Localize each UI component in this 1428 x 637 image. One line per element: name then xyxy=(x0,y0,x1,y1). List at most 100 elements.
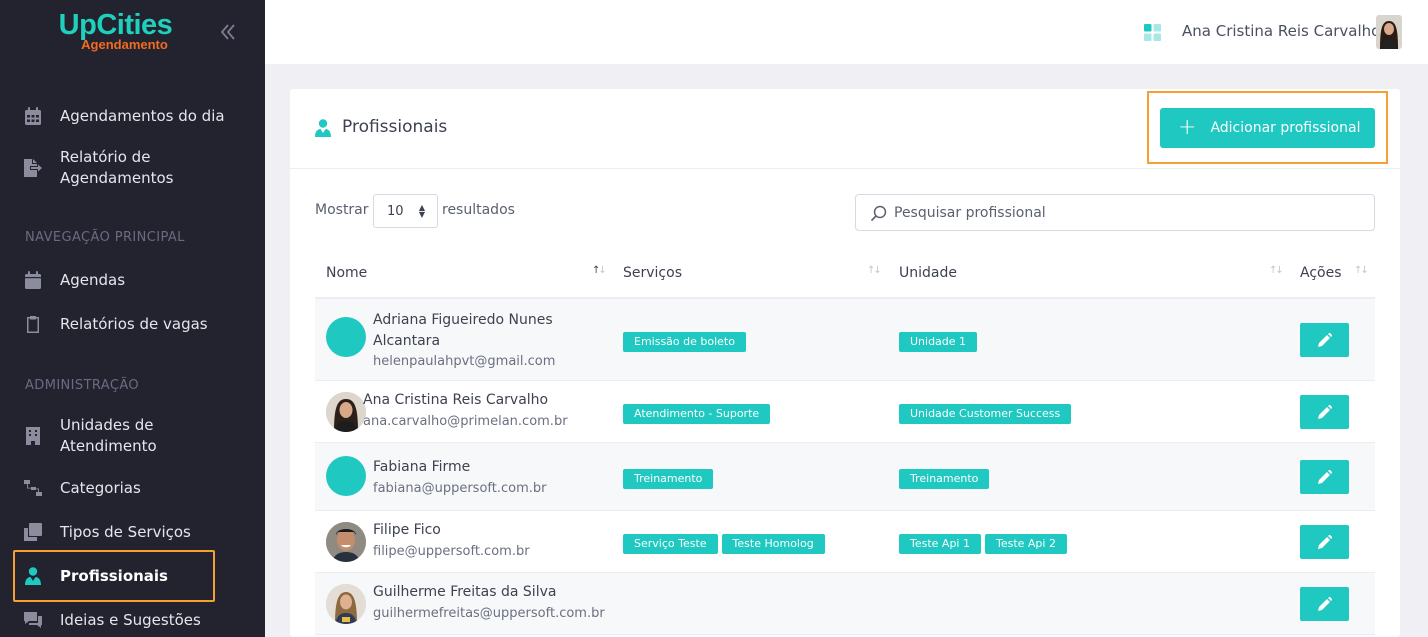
sort-icon[interactable]: ↑↓ xyxy=(867,265,882,276)
brand: UpCities Agendamento xyxy=(0,0,265,64)
edit-button[interactable] xyxy=(1300,460,1349,494)
edit-button[interactable] xyxy=(1300,587,1349,621)
table-row: Fabiana Firme fabiana@uppersoft.com.br T… xyxy=(315,443,1375,511)
service-tag: Treinamento xyxy=(623,469,714,489)
calendar-icon xyxy=(24,271,42,289)
card-header: Profissionais + Adicionar profissional xyxy=(290,89,1400,169)
sitemap-icon xyxy=(24,479,42,497)
apps-grid-icon[interactable] xyxy=(1144,24,1161,41)
avatar xyxy=(326,522,366,562)
file-export-icon xyxy=(24,159,42,177)
column-header-acoes[interactable]: Ações xyxy=(1300,265,1342,281)
sidebar-item-agendamentos-do-dia[interactable]: Agendamentos do dia xyxy=(0,106,265,127)
calendar-icon xyxy=(24,107,42,125)
edit-button[interactable] xyxy=(1300,395,1349,429)
professional-name: Fabiana Firme xyxy=(373,459,471,475)
search-input[interactable] xyxy=(894,203,1354,223)
sidebar-item-label: Tipos de Serviços xyxy=(60,523,191,541)
collapse-sidebar-icon[interactable] xyxy=(218,20,238,44)
pencil-icon xyxy=(1317,333,1332,347)
user-avatar[interactable] xyxy=(1376,15,1402,49)
page-size-value: 10 xyxy=(387,203,404,219)
avatar xyxy=(326,392,366,432)
sidebar-item-label: Profissionais xyxy=(60,567,168,585)
table-row: Filipe Fico filipe@uppersoft.com.br Serv… xyxy=(315,511,1375,573)
column-header-unidade[interactable]: Unidade xyxy=(899,265,957,281)
app-logo[interactable]: UpCities Agendamento xyxy=(58,10,173,51)
professional-email: ana.carvalho@primelan.com.br xyxy=(363,414,568,429)
clipboard-icon xyxy=(24,315,42,333)
search-icon xyxy=(870,205,887,222)
sidebar-item-relatorio-de-agendamentos[interactable]: Relatório de Agendamentos xyxy=(0,147,265,189)
pencil-icon xyxy=(1317,470,1332,484)
column-header-nome[interactable]: Nome xyxy=(326,265,367,281)
show-label: Mostrar xyxy=(315,202,369,218)
add-professional-button[interactable]: + Adicionar profissional xyxy=(1160,108,1375,148)
page-size-select[interactable]: 10 ▲ ▼ xyxy=(373,194,438,228)
table-row: Guilherme Freitas da Silva guilhermefrei… xyxy=(315,573,1375,635)
professionals-card: Profissionais + Adicionar profissional M… xyxy=(290,89,1400,637)
sidebar: UpCities Agendamento Agendamentos do dia… xyxy=(0,0,265,637)
avatar xyxy=(326,584,366,624)
table-row: Adriana Figueiredo Nunes Alcantara helen… xyxy=(315,299,1375,381)
service-tag: Atendimento - Suporte xyxy=(623,404,771,424)
sidebar-item-label: Unidades de Atendimento xyxy=(60,416,157,455)
section-heading-administracao: ADMINISTRAÇÃO xyxy=(25,378,140,393)
clone-icon xyxy=(24,523,42,541)
avatar xyxy=(326,317,366,357)
sort-icon[interactable]: ↑↓ xyxy=(1269,265,1284,276)
services-tags: Atendimento - Suporte xyxy=(623,402,774,424)
unit-tags: Teste Api 1 Teste Api 2 xyxy=(899,532,1071,554)
professional-name: Filipe Fico xyxy=(373,522,441,538)
service-tag: Serviço Teste xyxy=(623,534,718,554)
sort-icon[interactable]: ↑↓ xyxy=(1354,265,1369,276)
sidebar-item-profissionais[interactable]: Profissionais xyxy=(0,566,265,587)
unit-tag: Treinamento xyxy=(899,469,990,489)
sidebar-item-label: Categorias xyxy=(60,479,141,497)
search-box xyxy=(855,194,1375,231)
sidebar-item-label: Agendamentos do dia xyxy=(60,107,225,125)
unit-tag: Unidade Customer Success xyxy=(899,404,1072,424)
services-tags: Treinamento xyxy=(623,467,717,489)
edit-button[interactable] xyxy=(1300,525,1349,559)
section-heading-navegacao: NAVEGAÇÃO PRINCIPAL xyxy=(25,230,185,245)
plus-icon: + xyxy=(1178,115,1197,140)
sidebar-item-unidades[interactable]: Unidades de Atendimento xyxy=(0,415,265,457)
unit-tag: Unidade 1 xyxy=(899,332,978,352)
select-arrows-icon: ▲ ▼ xyxy=(418,203,425,219)
unit-tag: Teste Api 1 xyxy=(899,534,981,554)
unit-tags: Unidade Customer Success xyxy=(899,402,1075,424)
unit-tags: Treinamento xyxy=(899,467,993,489)
edit-button[interactable] xyxy=(1300,323,1349,357)
results-label: resultados xyxy=(442,202,515,218)
sidebar-item-relatorios-de-vagas[interactable]: Relatórios de vagas xyxy=(0,314,265,335)
service-tag: Teste Homolog xyxy=(721,534,825,554)
professional-email: guilhermefreitas@uppersoft.com.br xyxy=(373,606,605,621)
professional-name: Ana Cristina Reis Carvalho xyxy=(363,392,549,408)
sidebar-item-label: Ideias e Sugestões xyxy=(60,611,201,629)
table-row: Ana Cristina Reis Carvalho ana.carvalho@… xyxy=(315,381,1375,443)
user-name[interactable]: Ana Cristina Reis Carvalho xyxy=(1182,22,1380,40)
professional-name: Guilherme Freitas da Silva xyxy=(373,584,557,600)
logo-name: UpCities xyxy=(58,9,173,41)
professional-email: helenpaulahpvt@gmail.com xyxy=(373,354,556,369)
sidebar-item-categorias[interactable]: Categorias xyxy=(0,478,265,499)
add-professional-label: Adicionar profissional xyxy=(1210,120,1361,136)
comments-icon xyxy=(24,611,42,629)
sidebar-item-label: Agendas xyxy=(60,271,126,289)
sidebar-item-label: Relatórios de vagas xyxy=(60,315,208,333)
services-tags: Serviço Teste Teste Homolog xyxy=(623,532,829,554)
column-header-servicos[interactable]: Serviços xyxy=(623,265,682,281)
pencil-icon xyxy=(1317,405,1332,419)
sidebar-item-ideias[interactable]: Ideias e Sugestões xyxy=(0,610,265,631)
user-tie-icon xyxy=(24,567,42,585)
pencil-icon xyxy=(1317,597,1332,611)
professional-email: filipe@uppersoft.com.br xyxy=(373,544,530,559)
sidebar-item-agendas[interactable]: Agendas xyxy=(0,270,265,291)
sort-asc-icon[interactable]: ↑↓ xyxy=(592,265,607,276)
sidebar-item-tipos-de-servicos[interactable]: Tipos de Serviços xyxy=(0,522,265,543)
page-title: Profissionais xyxy=(342,117,448,137)
avatar xyxy=(326,456,366,496)
pencil-icon xyxy=(1317,535,1332,549)
unit-tags: Unidade 1 xyxy=(899,330,981,352)
